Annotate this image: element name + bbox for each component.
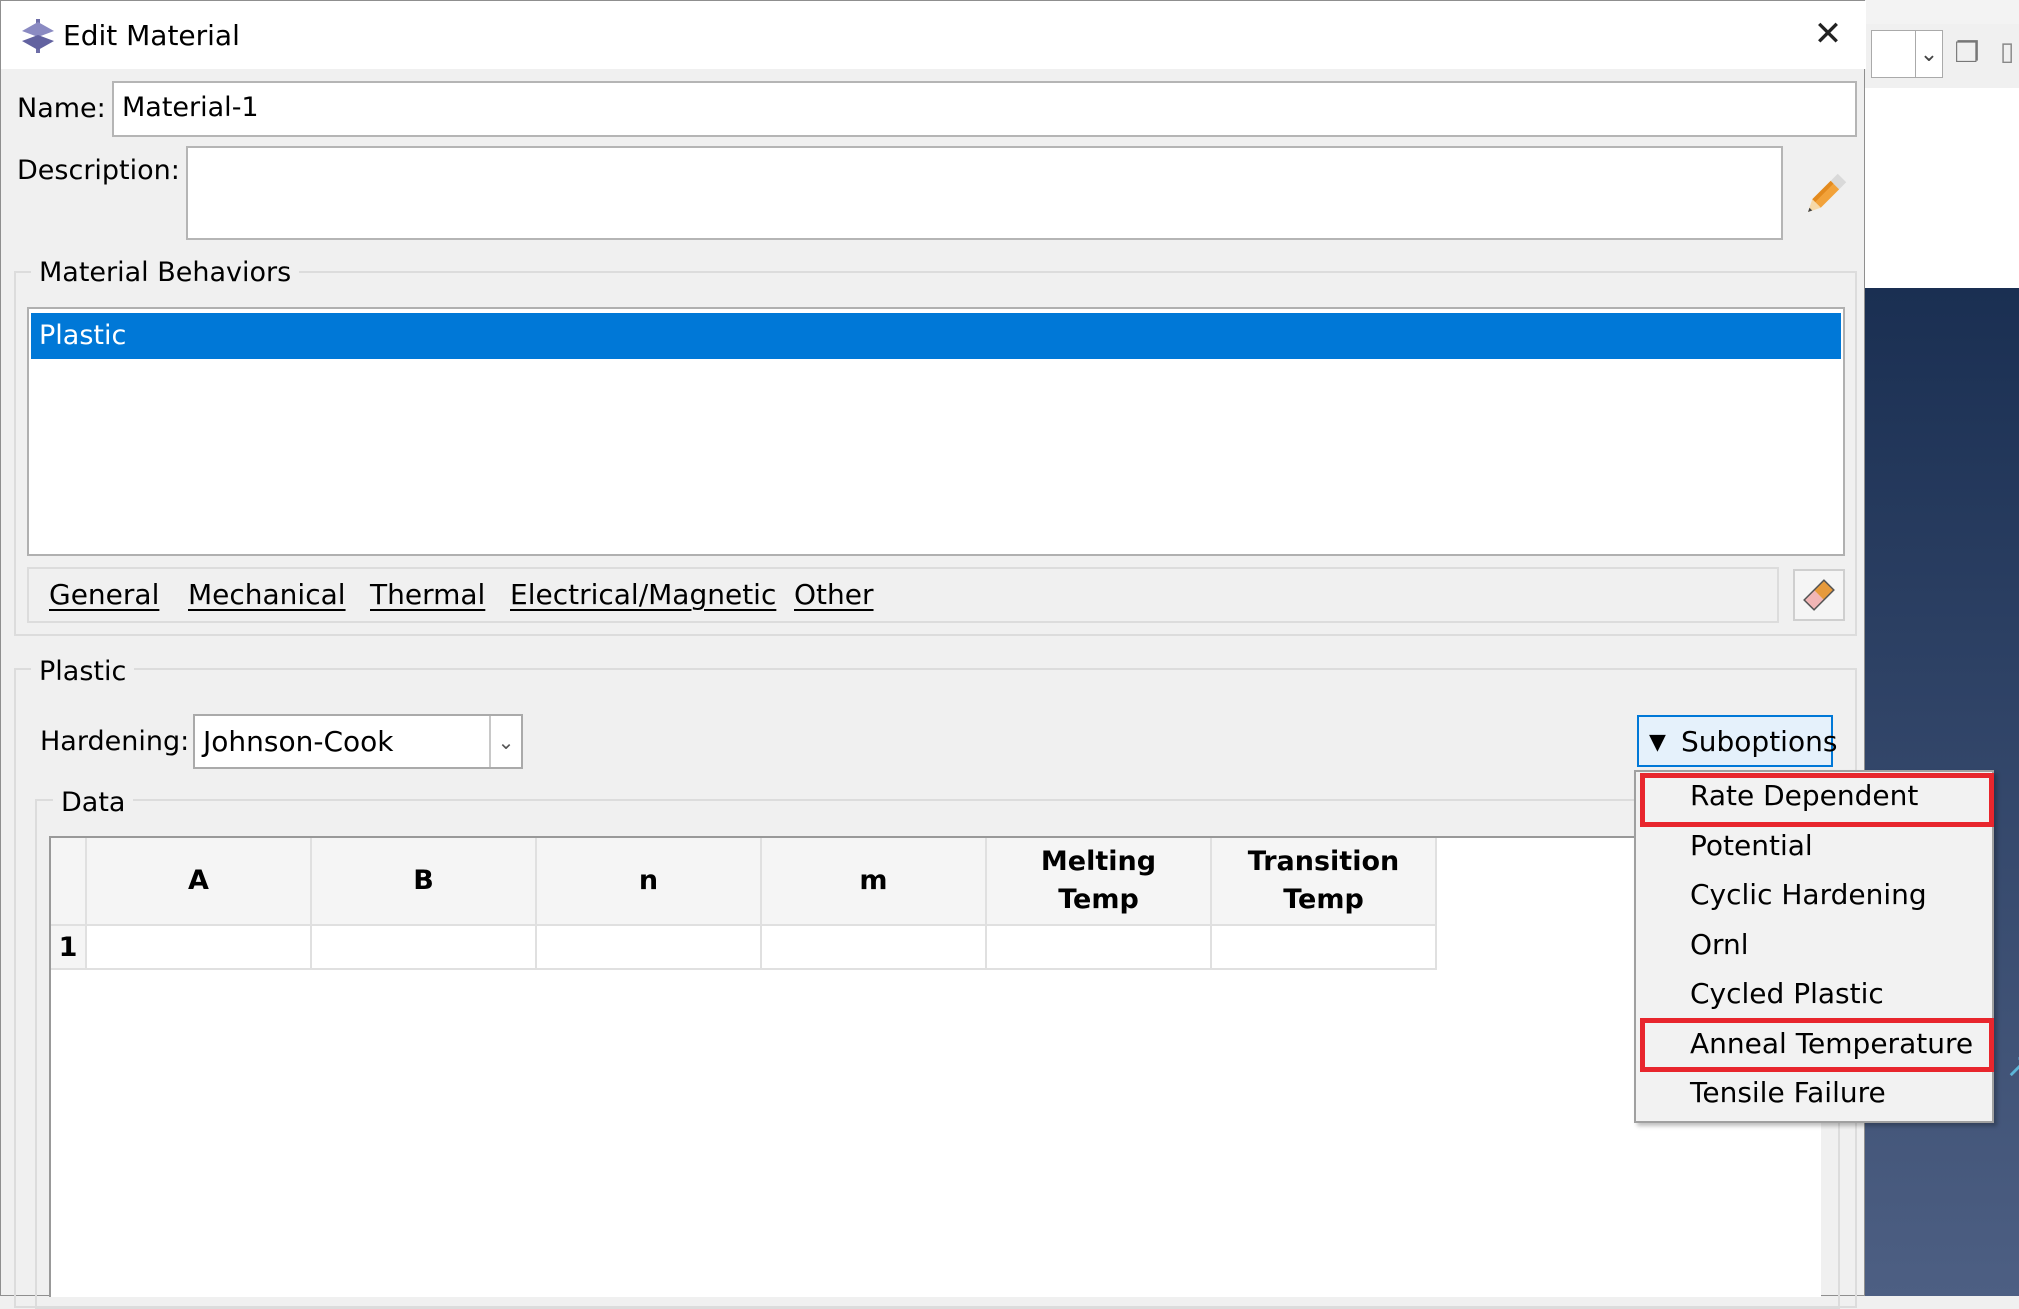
- data-group-label: Data: [53, 785, 134, 821]
- table-cell-b[interactable]: [312, 926, 537, 970]
- triangle-down-icon: ▼: [1649, 730, 1666, 755]
- column-header-m[interactable]: m: [762, 838, 987, 926]
- menu-item-potential[interactable]: Potential: [1690, 828, 1813, 864]
- column-header-a[interactable]: A: [87, 838, 312, 926]
- suboptions-label: Suboptions: [1681, 725, 1838, 758]
- pencil-icon[interactable]: [1799, 169, 1851, 221]
- column-header-melting-temp[interactable]: Melting Temp: [987, 838, 1212, 926]
- menu-mechanical[interactable]: Mechanical: [188, 577, 346, 613]
- edit-material-dialog: Edit Material ✕ Name: Material-1 Descrip…: [0, 0, 1866, 1309]
- menu-electrical-magnetic[interactable]: Electrical/Magnetic: [510, 577, 776, 613]
- column-header-n[interactable]: n: [537, 838, 762, 926]
- app-panel: [1865, 88, 2019, 288]
- menu-general[interactable]: General: [49, 577, 159, 613]
- name-label: Name:: [17, 93, 106, 124]
- table-cell-n[interactable]: [537, 926, 762, 970]
- dialog-title: Edit Material: [63, 19, 240, 52]
- highlight-box-anneal-temperature: [1640, 1018, 1994, 1072]
- description-label: Description:: [17, 155, 180, 186]
- menu-item-ornl[interactable]: Ornl: [1690, 927, 1749, 963]
- menu-thermal[interactable]: Thermal: [370, 577, 485, 613]
- close-button[interactable]: ✕: [1809, 15, 1847, 53]
- app-toolbar-combo[interactable]: ⌄: [1871, 30, 1943, 78]
- hardening-select[interactable]: Johnson-Cook ⌄: [193, 714, 523, 769]
- app-toolbar: ⌄ ❐ ▯: [1865, 24, 2019, 89]
- menu-item-cycled-plastic[interactable]: Cycled Plastic: [1690, 976, 1884, 1012]
- chevron-down-icon[interactable]: ⌄: [1915, 31, 1942, 77]
- hardening-value: Johnson-Cook: [203, 725, 394, 758]
- data-table[interactable]: A B n m Melting Temp Transition Temp 1: [49, 836, 1821, 1297]
- table-corner: [51, 838, 87, 926]
- triad-icon: ↗: [2005, 1046, 2019, 1086]
- behavior-category-menubar: General Mechanical Thermal Electrical/Ma…: [27, 567, 1779, 623]
- table-cell-a[interactable]: [87, 926, 312, 970]
- name-input[interactable]: Material-1: [112, 81, 1857, 137]
- menu-item-tensile-failure[interactable]: Tensile Failure: [1690, 1075, 1886, 1111]
- row-header-1[interactable]: 1: [51, 926, 87, 970]
- menu-other[interactable]: Other: [794, 577, 874, 613]
- table-cell-melting-temp[interactable]: [987, 926, 1212, 970]
- column-header-b[interactable]: B: [312, 838, 537, 926]
- delete-behavior-button[interactable]: [1793, 569, 1845, 621]
- view-icon[interactable]: ▯: [1995, 34, 2019, 70]
- plastic-group-label: Plastic: [31, 654, 135, 690]
- title-bar: Edit Material ✕: [1, 1, 1866, 69]
- description-input[interactable]: [186, 146, 1783, 240]
- table-cell-transition-temp[interactable]: [1212, 926, 1437, 970]
- copy-icon[interactable]: ❐: [1949, 34, 1985, 70]
- list-item[interactable]: Plastic: [31, 313, 1841, 359]
- hardening-label: Hardening:: [40, 726, 190, 757]
- column-header-transition-temp[interactable]: Transition Temp: [1212, 838, 1437, 926]
- suboptions-button[interactable]: ▼ Suboptions: [1637, 715, 1837, 767]
- highlight-box-rate-dependent: [1640, 773, 1994, 827]
- material-behaviors-label: Material Behaviors: [31, 255, 300, 291]
- behaviors-list[interactable]: Plastic: [27, 307, 1845, 556]
- material-app-icon: [22, 19, 54, 53]
- eraser-icon: [1803, 579, 1835, 611]
- menu-item-cyclic-hardening[interactable]: Cyclic Hardening: [1690, 877, 1927, 913]
- chevron-down-icon[interactable]: ⌄: [489, 716, 521, 767]
- table-cell-m[interactable]: [762, 926, 987, 970]
